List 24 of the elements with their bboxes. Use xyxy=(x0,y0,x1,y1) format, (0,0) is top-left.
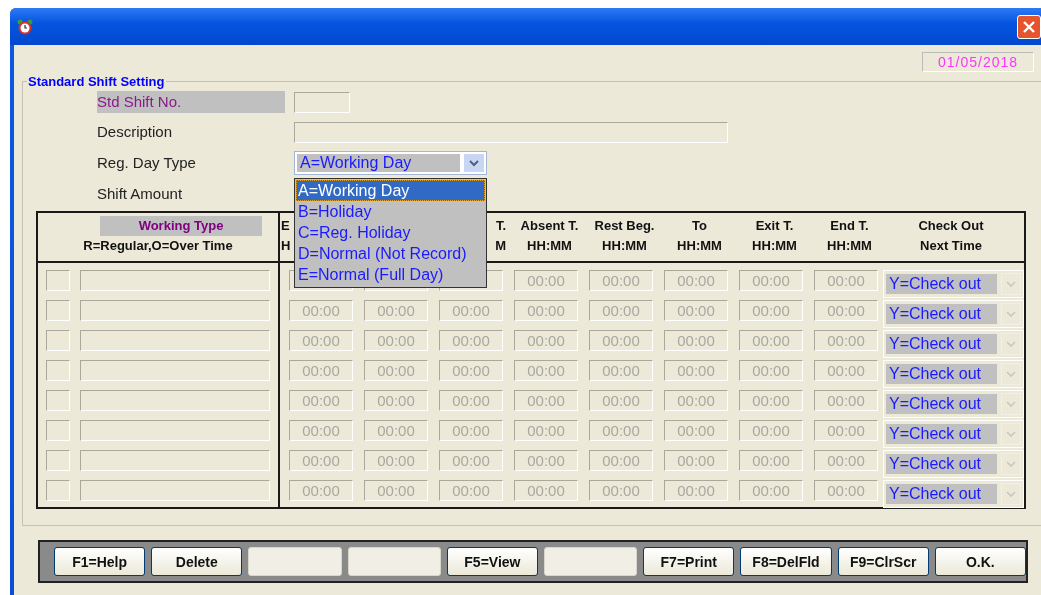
field-label: Std Shift No. xyxy=(97,91,285,113)
date-display: 01/05/2018 xyxy=(922,52,1034,72)
column-header: Exit T. xyxy=(755,217,794,235)
column-header: Rest Beg. xyxy=(594,217,655,235)
column-header: HH:MM xyxy=(827,237,872,255)
field-label: Reg. Day Type xyxy=(97,153,197,173)
column-header: HH:MM xyxy=(752,237,797,255)
column-header: To xyxy=(692,217,707,235)
column-header: Check Out xyxy=(918,217,984,235)
column-header: E xyxy=(281,217,290,235)
column-header: R=Regular,O=Over Time xyxy=(83,237,233,255)
field-label: Description xyxy=(97,122,174,142)
column-header: M xyxy=(495,237,506,255)
column-header: T. xyxy=(495,217,506,235)
column-header: HH:MM xyxy=(677,237,722,255)
column-header: Next Time xyxy=(920,237,982,255)
column-header: H xyxy=(281,237,291,255)
field-label: Shift Amount xyxy=(97,184,184,204)
column-header: HH:MM xyxy=(527,237,572,255)
column-header: End T. xyxy=(830,217,869,235)
column-header: Absent T. xyxy=(520,217,579,235)
group-title: Standard Shift Setting xyxy=(27,74,166,89)
column-header: Working Type xyxy=(100,216,262,236)
column-header: HH:MM xyxy=(602,237,647,255)
